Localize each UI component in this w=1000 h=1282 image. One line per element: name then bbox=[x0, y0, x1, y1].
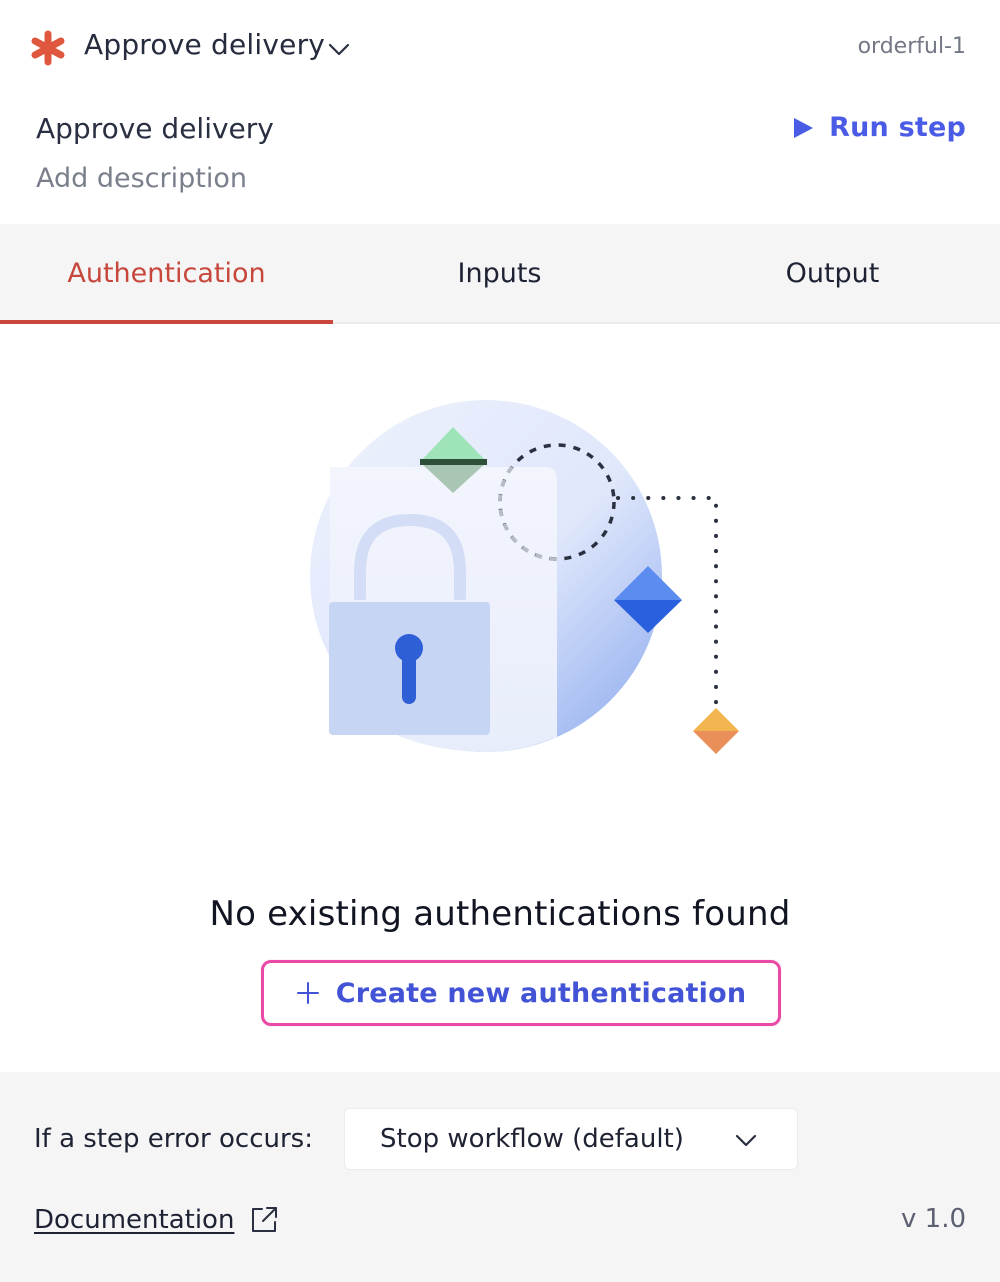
plus-icon bbox=[296, 982, 319, 1004]
step-name[interactable]: Approve delivery bbox=[36, 112, 274, 145]
orange-diamond-top bbox=[693, 708, 739, 731]
add-description-field[interactable]: Add description bbox=[36, 163, 247, 194]
version-label: v 1.0 bbox=[901, 1204, 966, 1234]
tab-output[interactable]: Output bbox=[666, 224, 999, 322]
tab-inputs[interactable]: Inputs bbox=[333, 224, 666, 322]
chevron-down-icon[interactable] bbox=[326, 36, 352, 62]
external-link-icon bbox=[252, 1207, 278, 1232]
error-handling-label: If a step error occurs: bbox=[34, 1124, 313, 1154]
chevron-down-icon bbox=[735, 1134, 757, 1147]
play-icon bbox=[794, 117, 814, 138]
create-authentication-button[interactable]: Create new authentication bbox=[261, 960, 781, 1026]
empty-state-message: No existing authentications found bbox=[209, 894, 791, 934]
run-step-button[interactable]: Run step bbox=[791, 112, 966, 143]
step-header: Approve delivery orderful-1 bbox=[0, 0, 1000, 96]
error-handling-select[interactable]: Stop workflow (default) bbox=[344, 1108, 798, 1170]
keyhole-slot bbox=[402, 652, 416, 704]
documentation-label: Documentation bbox=[34, 1205, 235, 1235]
error-handling-value: Stop workflow (default) bbox=[380, 1124, 684, 1154]
tab-authentication[interactable]: Authentication bbox=[0, 224, 333, 324]
step-title[interactable]: Approve delivery bbox=[84, 28, 325, 61]
tab-bar: Authentication Inputs Output bbox=[0, 224, 1000, 324]
lock-illustration bbox=[310, 400, 739, 754]
step-id: orderful-1 bbox=[857, 34, 966, 59]
asterisk-icon bbox=[31, 30, 65, 66]
create-authentication-label: Create new authentication bbox=[335, 977, 747, 1009]
step-footer: If a step error occurs: Stop workflow (d… bbox=[0, 1072, 1000, 1282]
run-step-label: Run step bbox=[829, 112, 966, 143]
orange-diamond-bottom bbox=[693, 731, 739, 754]
documentation-link[interactable]: Documentation bbox=[34, 1204, 280, 1236]
